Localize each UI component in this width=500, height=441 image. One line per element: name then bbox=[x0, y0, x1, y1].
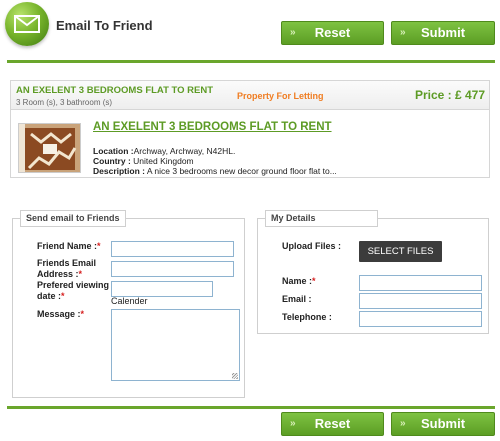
reset-button-top[interactable]: » Reset bbox=[281, 21, 384, 45]
name-input[interactable] bbox=[359, 275, 482, 291]
submit-label: Submit bbox=[420, 416, 466, 431]
friend-name-input[interactable] bbox=[111, 241, 234, 257]
description-label: Description : bbox=[93, 166, 145, 176]
submit-label: Submit bbox=[420, 25, 466, 40]
message-textarea[interactable] bbox=[111, 309, 240, 381]
listing-price: Price : £ 477 bbox=[414, 88, 485, 102]
message-label: Message :* bbox=[37, 309, 85, 319]
viewing-date-label: Prefered viewing date :* bbox=[37, 280, 110, 301]
friend-name-label: Friend Name :* bbox=[37, 241, 101, 251]
envelope-icon bbox=[14, 15, 40, 33]
email-label: Email : bbox=[282, 294, 312, 304]
name-label: Name :* bbox=[282, 276, 316, 286]
submit-button-top[interactable]: » Submit bbox=[391, 21, 495, 45]
select-files-button[interactable]: SELECT FILES bbox=[359, 241, 442, 262]
friend-form-legend: Send email to Friends bbox=[20, 210, 126, 227]
listing-rooms: 3 Room (s), 3 bathroom (s) bbox=[16, 98, 113, 107]
viewing-date-input[interactable] bbox=[111, 281, 213, 297]
divider-bottom bbox=[7, 406, 495, 409]
arrow-right-icon: » bbox=[400, 418, 406, 429]
listing-title: AN EXELENT 3 BEDROOMS FLAT TO RENT bbox=[16, 85, 214, 96]
arrow-right-icon: » bbox=[290, 27, 296, 38]
listing-description: Description : A nice 3 bedrooms new deco… bbox=[93, 166, 337, 176]
my-details-legend: My Details bbox=[265, 210, 378, 227]
description-value: A nice 3 bedrooms new decor ground floor… bbox=[144, 166, 337, 176]
friends-email-input[interactable] bbox=[111, 261, 234, 277]
listing-header: AN EXELENT 3 BEDROOMS FLAT TO RENT 3 Roo… bbox=[11, 81, 489, 110]
location-label: Location : bbox=[93, 146, 134, 156]
friends-email-label: Friends Email Address :* bbox=[37, 258, 97, 279]
page-title: Email To Friend bbox=[56, 18, 153, 33]
reset-label: Reset bbox=[314, 25, 351, 40]
calender-link[interactable]: Calender bbox=[111, 296, 148, 306]
property-listing-card: AN EXELENT 3 BEDROOMS FLAT TO RENT 3 Roo… bbox=[10, 80, 490, 178]
listing-location: Location :Archway, Archway, N42HL. bbox=[93, 146, 235, 156]
location-value: Archway, Archway, N42HL. bbox=[133, 146, 236, 156]
logo bbox=[5, 2, 49, 46]
listing-type: Property For Letting bbox=[237, 91, 324, 101]
telephone-input[interactable] bbox=[359, 311, 482, 327]
telephone-label: Telephone : bbox=[282, 312, 332, 322]
property-thumbnail[interactable] bbox=[18, 123, 81, 173]
reset-label: Reset bbox=[314, 416, 351, 431]
divider-top bbox=[7, 60, 495, 63]
listing-country: Country : United Kingdom bbox=[93, 156, 194, 166]
resize-grip-icon[interactable] bbox=[232, 373, 238, 379]
upload-files-label: Upload Files : bbox=[282, 241, 342, 251]
arrow-right-icon: » bbox=[400, 27, 406, 38]
arrow-right-icon: » bbox=[290, 418, 296, 429]
country-label: Country : bbox=[93, 156, 131, 166]
reset-button-bottom[interactable]: » Reset bbox=[281, 412, 384, 436]
country-value: United Kingdom bbox=[130, 156, 194, 166]
listing-title-link[interactable]: AN EXELENT 3 BEDROOMS FLAT TO RENT bbox=[93, 121, 332, 133]
submit-button-bottom[interactable]: » Submit bbox=[391, 412, 495, 436]
email-input[interactable] bbox=[359, 293, 482, 309]
